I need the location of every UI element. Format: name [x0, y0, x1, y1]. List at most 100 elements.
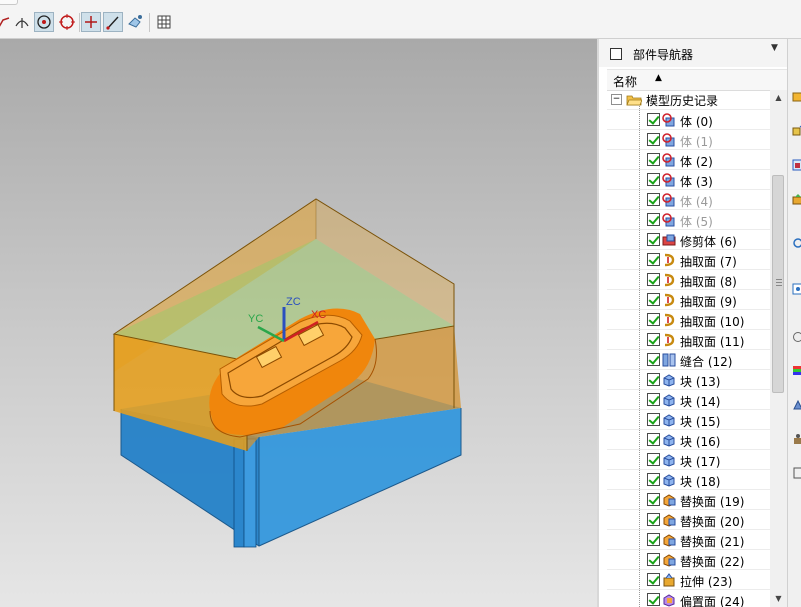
tree-root-model-history[interactable]: − 模型历史记录: [607, 90, 770, 110]
visibility-checkbox[interactable]: [647, 193, 660, 206]
visibility-checkbox[interactable]: [647, 413, 660, 426]
feature-label: 块 (13): [680, 375, 721, 389]
feature-row[interactable]: 块 (18): [607, 470, 770, 490]
column-header-name[interactable]: 名称 ▲: [607, 69, 787, 91]
mold-model[interactable]: ZC XC YC: [0, 39, 597, 607]
visibility-checkbox[interactable]: [647, 273, 660, 286]
feature-row[interactable]: 替换面 (22): [607, 550, 770, 570]
feature-row[interactable]: 抽取面 (7): [607, 250, 770, 270]
visibility-checkbox[interactable]: [647, 253, 660, 266]
visibility-checkbox[interactable]: [647, 573, 660, 586]
feature-label: 偏置面 (24): [680, 595, 745, 607]
angle-icon[interactable]: [12, 12, 32, 32]
feature-row[interactable]: 缝合 (12): [607, 350, 770, 370]
navigator-pin-checkbox[interactable]: [610, 48, 622, 60]
line-icon[interactable]: [103, 12, 123, 32]
sprue-pin: [233, 438, 257, 548]
point-icon[interactable]: [34, 12, 54, 32]
part-navigator: 部件导航器 ▼ 名称 ▲ − 模型历史记录 体 (0) 体 (1) 体 (2) 体 (…: [599, 39, 787, 607]
sort-ascending-icon: ▲: [655, 73, 662, 83]
system-materials-icon[interactable]: [792, 365, 801, 377]
feature-row[interactable]: 修剪体 (6): [607, 230, 770, 250]
extract-face-icon: [662, 313, 676, 327]
feature-label: 抽取面 (11): [680, 335, 745, 349]
manufacturing-wizard-icon[interactable]: [792, 433, 801, 445]
scroll-down-icon[interactable]: ▼: [770, 591, 787, 607]
visibility-checkbox[interactable]: [647, 593, 660, 606]
history-icon[interactable]: [792, 331, 801, 343]
visibility-checkbox[interactable]: [647, 293, 660, 306]
graphics-viewport[interactable]: ZC XC YC: [0, 39, 597, 607]
process-studio-icon[interactable]: [792, 399, 801, 411]
navigator-menu-icon[interactable]: ▼: [771, 43, 778, 53]
feature-row[interactable]: 体 (1): [607, 130, 770, 150]
visibility-checkbox[interactable]: [647, 433, 660, 446]
visibility-checkbox[interactable]: [647, 173, 660, 186]
visibility-checkbox[interactable]: [647, 453, 660, 466]
web-browser-icon[interactable]: [792, 283, 801, 295]
body-icon: [662, 153, 676, 167]
navigator-scrollbar[interactable]: ▲ ▼: [770, 90, 787, 607]
tree-root-label: 模型历史记录: [646, 94, 719, 108]
reuse-library-icon[interactable]: [792, 193, 801, 205]
grid-table-icon[interactable]: [154, 12, 174, 32]
navigator-title: 部件导航器: [633, 48, 694, 62]
visibility-checkbox[interactable]: [647, 513, 660, 526]
roles-icon[interactable]: [792, 467, 801, 479]
crosshair-icon[interactable]: [81, 12, 101, 32]
extrude-icon: [662, 573, 676, 587]
scroll-up-icon[interactable]: ▲: [770, 90, 787, 106]
visibility-checkbox[interactable]: [647, 353, 660, 366]
extract-face-icon: [662, 293, 676, 307]
feature-row[interactable]: 块 (17): [607, 450, 770, 470]
visibility-checkbox[interactable]: [647, 493, 660, 506]
feature-row[interactable]: 块 (16): [607, 430, 770, 450]
visibility-checkbox[interactable]: [647, 553, 660, 566]
circle-center-icon[interactable]: [57, 12, 77, 32]
constraint-navigator-icon[interactable]: [792, 125, 801, 137]
feature-row[interactable]: 抽取面 (11): [607, 330, 770, 350]
hd3d-tools-icon[interactable]: [792, 237, 801, 249]
feature-row[interactable]: 替换面 (21): [607, 530, 770, 550]
visibility-checkbox[interactable]: [647, 113, 660, 126]
feature-row[interactable]: 块 (14): [607, 390, 770, 410]
visibility-checkbox[interactable]: [647, 333, 660, 346]
feature-row[interactable]: 块 (15): [607, 410, 770, 430]
feature-row[interactable]: 抽取面 (8): [607, 270, 770, 290]
feature-row[interactable]: 块 (13): [607, 370, 770, 390]
toolbar-separator: [79, 13, 80, 32]
feature-label: 块 (17): [680, 455, 721, 469]
feature-row[interactable]: 拉伸 (23): [607, 570, 770, 590]
feature-row[interactable]: 体 (0): [607, 110, 770, 130]
feature-row[interactable]: 替换面 (20): [607, 510, 770, 530]
visibility-checkbox[interactable]: [647, 373, 660, 386]
visibility-checkbox[interactable]: [647, 213, 660, 226]
feature-label: 抽取面 (10): [680, 315, 745, 329]
collapse-toggle-icon[interactable]: −: [611, 94, 622, 105]
replace-face-icon: [662, 493, 676, 507]
paint-icon[interactable]: [125, 12, 145, 32]
feature-label: 体 (2): [680, 155, 713, 169]
body-icon: [662, 133, 676, 147]
visibility-checkbox[interactable]: [647, 133, 660, 146]
visibility-checkbox[interactable]: [647, 313, 660, 326]
visibility-checkbox[interactable]: [647, 153, 660, 166]
feature-row[interactable]: 抽取面 (9): [607, 290, 770, 310]
feature-row[interactable]: 偏置面 (24): [607, 590, 770, 607]
feature-row[interactable]: 替换面 (19): [607, 490, 770, 510]
feature-row[interactable]: 抽取面 (10): [607, 310, 770, 330]
visibility-checkbox[interactable]: [647, 233, 660, 246]
visibility-checkbox[interactable]: [647, 393, 660, 406]
scroll-thumb[interactable]: [772, 175, 784, 393]
assembly-navigator-icon[interactable]: [792, 91, 801, 103]
feature-row[interactable]: 体 (4): [607, 190, 770, 210]
feature-row[interactable]: 体 (5): [607, 210, 770, 230]
visibility-checkbox[interactable]: [647, 473, 660, 486]
block-icon: [662, 393, 676, 407]
feature-row[interactable]: 体 (3): [607, 170, 770, 190]
feature-row[interactable]: 体 (2): [607, 150, 770, 170]
visibility-checkbox[interactable]: [647, 533, 660, 546]
part-navigator-icon[interactable]: [792, 159, 801, 171]
feature-label: 块 (14): [680, 395, 721, 409]
body-icon: [662, 213, 676, 227]
